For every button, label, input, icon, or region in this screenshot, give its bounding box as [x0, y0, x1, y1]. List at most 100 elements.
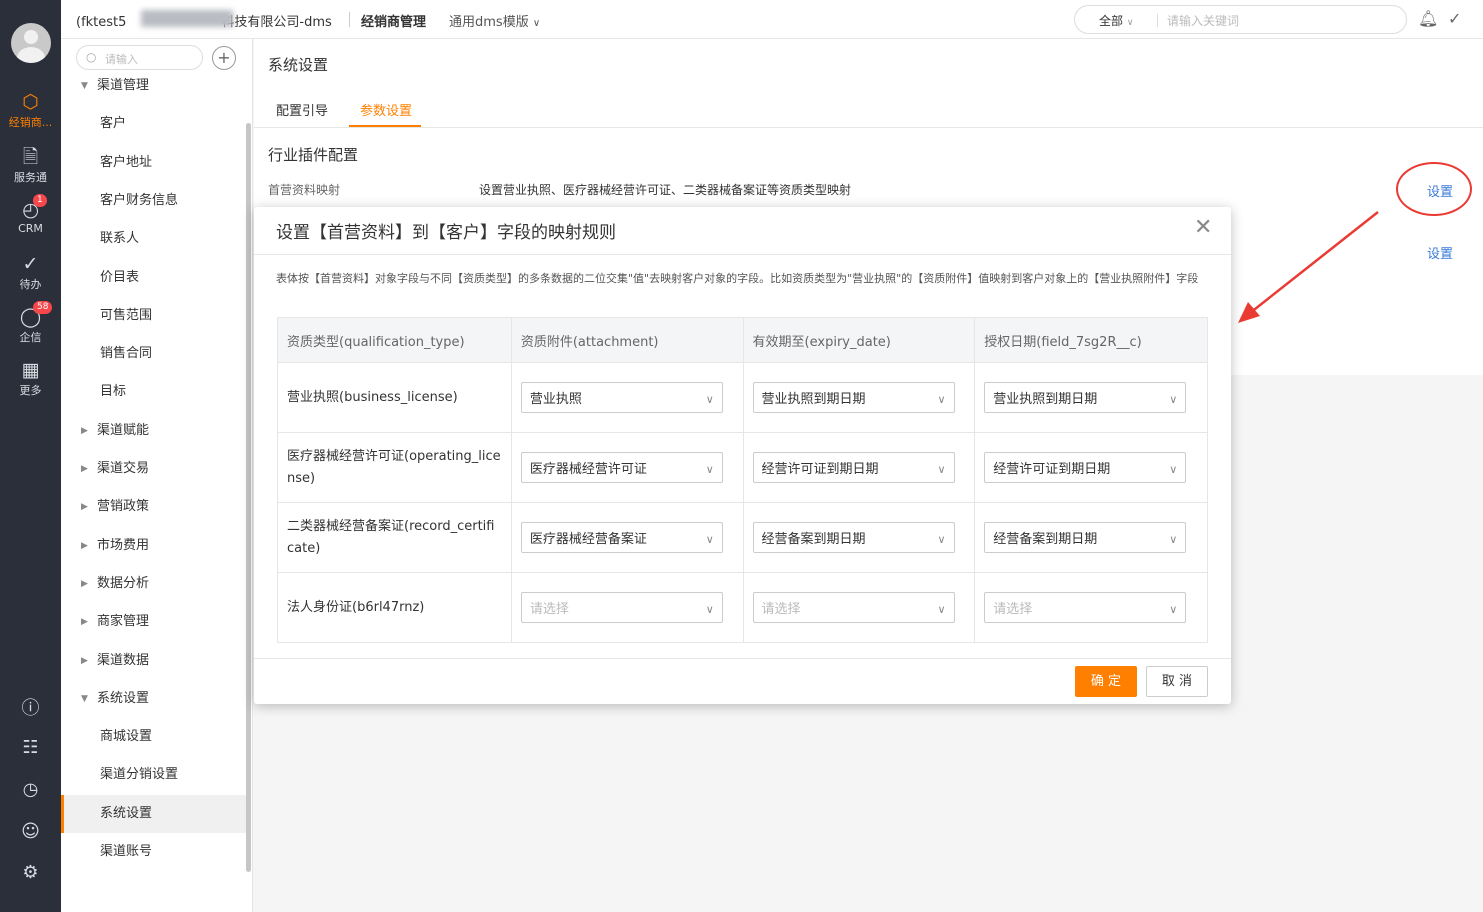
- sidebar-item-17[interactable]: 商城设置: [61, 718, 247, 756]
- chevron-down-icon: ∨: [1169, 603, 1178, 616]
- caret-down-icon: ▼: [81, 694, 88, 704]
- rail-item-label: 企信: [19, 331, 42, 344]
- sidebar-group-15[interactable]: ▶ 渠道数据: [61, 642, 247, 680]
- page-title: 系统设置: [268, 56, 329, 74]
- sidebar-group-10[interactable]: ▶ 渠道交易: [61, 450, 247, 488]
- rail-item-chat[interactable]: ◯ 58 企信: [0, 301, 61, 345]
- sidebar-group-11[interactable]: ▶ 营销政策: [61, 488, 247, 526]
- sidebar-item-4[interactable]: 联系人: [61, 220, 247, 258]
- auth-field-select[interactable]: 营业执照到期日期 ∨: [984, 382, 1187, 413]
- sidebar-item-label: 渠道分销设置: [100, 767, 179, 782]
- divider: [254, 254, 1231, 255]
- sidebar-item-label: 价目表: [100, 270, 140, 285]
- sidebar-group-13[interactable]: ▶ 数据分析: [61, 565, 247, 603]
- cancel-button[interactable]: 取 消: [1146, 666, 1208, 697]
- select-value: 营业执照到期日期: [761, 392, 866, 407]
- auth-field-select[interactable]: 请选择 ∨: [984, 592, 1187, 623]
- dialog-description: 表体按【首营资料】对象字段与不同【资质类型】的多条数据的二位交集"值"去映射客户…: [276, 272, 1199, 285]
- clock-icon[interactable]: ◷: [0, 779, 61, 800]
- expiry-field-select[interactable]: 请选择 ∨: [752, 592, 955, 623]
- mapping-cell: 请选择 ∨: [974, 572, 1208, 643]
- sidebar-item-19[interactable]: 系统设置: [61, 795, 247, 833]
- app-name: 经销商管理: [361, 15, 427, 30]
- rail-item-more[interactable]: ▦ 更多: [0, 358, 61, 398]
- gear-icon[interactable]: ⚙: [0, 862, 61, 883]
- tab-config-guide[interactable]: 配置引导: [276, 100, 328, 119]
- sidebar-item-2[interactable]: 客户地址: [61, 144, 247, 182]
- mapping-cell: 营业执照到期日期 ∨: [974, 362, 1208, 433]
- confirm-button[interactable]: 确 定: [1075, 666, 1137, 697]
- rail-item-label: 服务通: [14, 171, 47, 184]
- sidebar-group-14[interactable]: ▶ 商家管理: [61, 603, 247, 641]
- rail-item-todo[interactable]: ✓ 待办: [0, 252, 61, 292]
- rail-item-label: 待办: [19, 278, 42, 291]
- attachment-field-select[interactable]: 营业执照 ∨: [520, 382, 723, 413]
- table-row: 营业执照(business_license) 营业执照 ∨ 营业执照到期日期 ∨ 营业执照…: [277, 362, 1208, 433]
- notification-badge: 58: [33, 301, 53, 314]
- divider: [254, 658, 1231, 659]
- sidebar-item-20[interactable]: 渠道账号: [61, 833, 247, 871]
- sidebar-item-3[interactable]: 客户财务信息: [61, 182, 247, 220]
- sidebar-item-6[interactable]: 可售范围: [61, 297, 247, 335]
- sidebar-item-1[interactable]: 客户: [61, 105, 247, 143]
- sidebar-item-label: 渠道数据: [97, 653, 150, 668]
- sidebar-item-8[interactable]: 目标: [61, 373, 247, 411]
- expiry-field-select[interactable]: 经营许可证到期日期 ∨: [752, 452, 955, 483]
- select-value: 经营许可证到期日期: [993, 462, 1111, 477]
- mapping-table: 资质类型(qualification_type) 资质附件(attachment…: [277, 317, 1208, 643]
- mapping-cell: 经营备案到期日期 ∨: [742, 502, 976, 573]
- rail-item-label: 更多: [19, 384, 42, 397]
- sidebar-item-18[interactable]: 渠道分销设置: [61, 756, 247, 794]
- auth-field-select[interactable]: 经营备案到期日期 ∨: [984, 522, 1187, 553]
- search-scope-select[interactable]: 全部 ∨: [1099, 12, 1133, 29]
- dialog-title: 设置【首营资料】到【客户】字段的映射规则: [276, 223, 616, 243]
- expiry-field-select[interactable]: 营业执照到期日期 ∨: [752, 382, 955, 413]
- auth-field-select[interactable]: 经营许可证到期日期 ∨: [984, 452, 1187, 483]
- close-icon[interactable]: ✕: [1194, 215, 1212, 240]
- bell-icon[interactable]: 🔔︎: [1418, 9, 1438, 28]
- chevron-down-icon: ∨: [705, 463, 714, 476]
- crm-icon: ◴: [22, 199, 39, 221]
- column-header: 授权日期(field_7sg2R__c): [974, 317, 1208, 363]
- attachment-field-select[interactable]: 请选择 ∨: [520, 592, 723, 623]
- document-icon[interactable]: ☷: [0, 737, 61, 758]
- sidebar-item-label: 渠道账号: [100, 844, 153, 859]
- sidebar-item-label: 联系人: [100, 231, 140, 246]
- service-icon: 🗎: [22, 146, 39, 168]
- table-row: 法人身份证(b6rl47rnz) 请选择 ∨ 请选择 ∨ 请选择 ∨: [277, 572, 1208, 643]
- template-switcher[interactable]: 通用dms模版 ∨: [449, 11, 540, 30]
- rail-item-crm[interactable]: ◴ 1 CRM: [0, 194, 61, 235]
- redacted-block: [141, 10, 233, 27]
- attachment-field-select[interactable]: 医疗器械经营许可证 ∨: [520, 452, 723, 483]
- mapping-rules-dialog: 设置【首营资料】到【客户】字段的映射规则 ✕ 表体按【首营资料】对象字段与不同【…: [254, 207, 1231, 704]
- rail-item-label: CRM: [18, 222, 43, 235]
- sidebar-group-12[interactable]: ▶ 市场费用: [61, 527, 247, 565]
- sidebar-item-7[interactable]: 销售合同: [61, 335, 247, 373]
- sidebar-item-5[interactable]: 价目表: [61, 259, 247, 297]
- rail-item-service[interactable]: 🗎 服务通: [0, 145, 61, 185]
- search-input[interactable]: 请输入关键词: [1167, 12, 1239, 29]
- help-icon[interactable]: ⓘ: [0, 694, 61, 720]
- chevron-down-icon: ∨: [1169, 533, 1178, 546]
- scrollbar[interactable]: [246, 123, 251, 872]
- sidebar-group-9[interactable]: ▶ 渠道赋能: [61, 412, 247, 450]
- rail-item-dealer[interactable]: ⬡ 经销商...: [0, 90, 61, 130]
- qualification-type-cell: 二类器械经营备案证(record_certificate): [277, 502, 512, 573]
- contacts-icon[interactable]: ☺: [0, 821, 61, 842]
- chevron-down-icon: ∨: [532, 18, 541, 29]
- avatar[interactable]: [11, 23, 51, 63]
- sidebar: ○ 请输入 + ▼ 渠道管理 客户 客户地址 客户财务信息 联系人 价目表 可售范围 销售合同目…: [61, 39, 253, 912]
- mapping-cell: 营业执照 ∨: [510, 362, 744, 433]
- setting-link-button[interactable]: 设置: [1427, 243, 1453, 262]
- select-value: 请选择: [993, 602, 1033, 617]
- check-circle-icon[interactable]: ✓: [1448, 9, 1461, 28]
- select-value: 医疗器械经营备案证: [529, 532, 647, 547]
- top-bar: (fktest5 科技有限公司-dms 经销商管理 通用dms模版 ∨ 全部 ∨ …: [61, 0, 1483, 39]
- sidebar-group-16[interactable]: ▼ 系统设置: [61, 680, 247, 718]
- sidebar-group-0[interactable]: ▼ 渠道管理: [61, 67, 247, 105]
- qualification-type-label: 医疗器械经营许可证(operating_license): [287, 448, 501, 486]
- global-search[interactable]: 全部 ∨ 请输入关键词: [1074, 5, 1407, 34]
- tab-parameter-settings[interactable]: 参数设置: [360, 100, 412, 119]
- attachment-field-select[interactable]: 医疗器械经营备案证 ∨: [520, 522, 723, 553]
- expiry-field-select[interactable]: 经营备案到期日期 ∨: [752, 522, 955, 553]
